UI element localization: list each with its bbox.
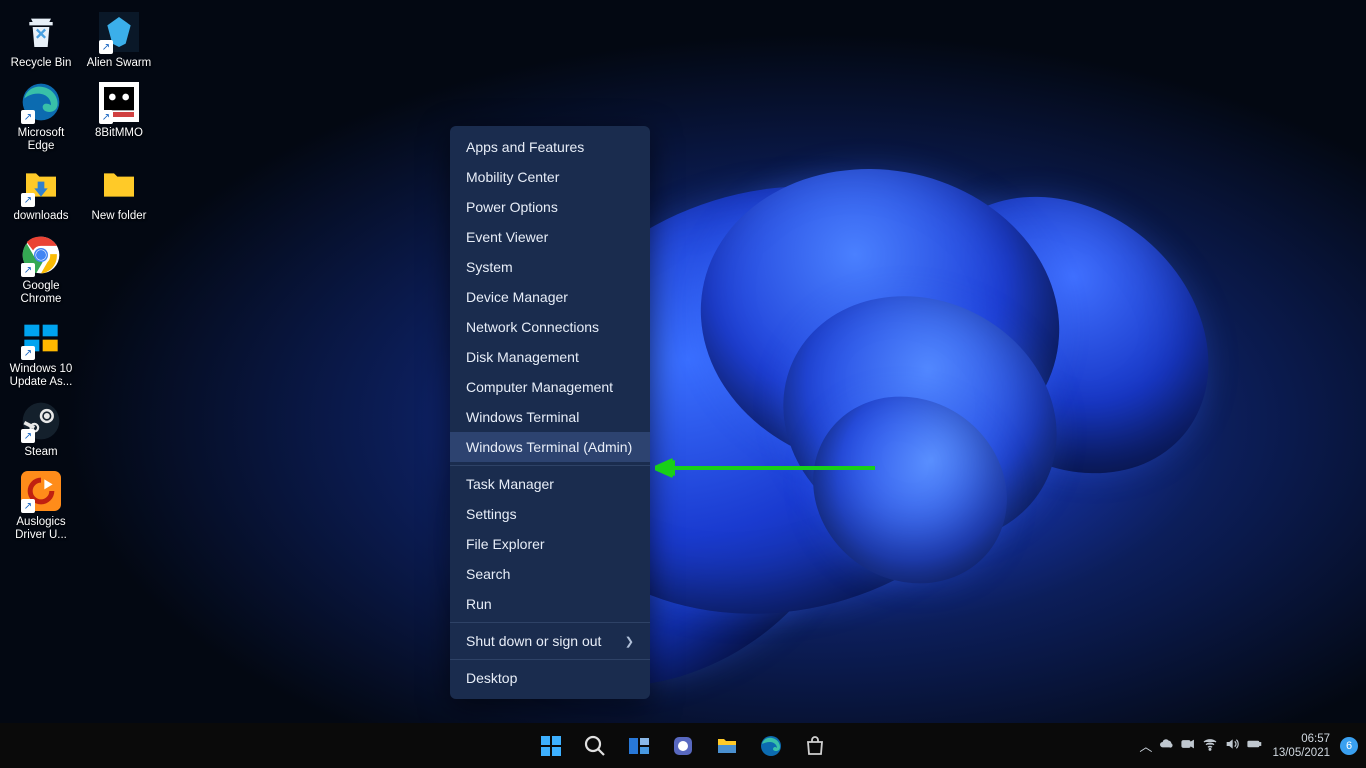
menu-item-desktop[interactable]: Desktop [450,663,650,693]
desktop-icon-8bitmmo[interactable]: ↗ 8BitMMO [83,78,155,155]
menu-separator [450,659,650,660]
icon-label: Microsoft Edge [7,127,75,153]
menu-item-shut-down[interactable]: Shut down or sign out❯ [450,626,650,656]
menu-item-computer-management[interactable]: Computer Management [450,372,650,402]
icon-label: Alien Swarm [87,57,152,70]
chevron-right-icon: ❯ [625,635,634,648]
desktop-icon-steam[interactable]: ↗ Steam [5,397,77,461]
icon-label: Google Chrome [7,280,75,306]
menu-item-network-connections[interactable]: Network Connections [450,312,650,342]
icon-label: Windows 10 Update As... [7,363,75,389]
menu-item-system[interactable]: System [450,252,650,282]
menu-item-event-viewer[interactable]: Event Viewer [450,222,650,252]
menu-item-search[interactable]: Search [450,559,650,589]
icon-label: New folder [92,210,147,223]
taskbar-pinned [531,726,835,766]
icon-label: Auslogics Driver U... [7,516,75,542]
menu-item-file-explorer[interactable]: File Explorer [450,529,650,559]
menu-item-task-manager[interactable]: Task Manager [450,469,650,499]
volume-icon[interactable] [1224,736,1240,755]
recycle-bin-icon [19,10,63,54]
start-button[interactable] [531,726,571,766]
onedrive-icon[interactable] [1158,736,1174,755]
alien-swarm-icon: ↗ [97,10,141,54]
meet-now-icon[interactable] [1180,736,1196,755]
edge-icon: ↗ [19,80,63,124]
menu-item-mobility-center[interactable]: Mobility Center [450,162,650,192]
menu-separator [450,465,650,466]
menu-item-power-options[interactable]: Power Options [450,192,650,222]
taskbar: ︿ 06:57 13/05/2021 6 [0,723,1366,768]
search-button[interactable] [575,726,615,766]
icon-label: Steam [24,446,57,459]
notification-badge[interactable]: 6 [1340,737,1358,755]
menu-separator [450,622,650,623]
icon-label: 8BitMMO [95,127,143,140]
menu-item-windows-terminal[interactable]: Windows Terminal [450,402,650,432]
desktop-icon-win10-update[interactable]: ↗ Windows 10 Update As... [5,314,77,391]
store-button[interactable] [795,726,835,766]
desktop-icons: Recycle Bin ↗ Alien Swarm ↗ Microsoft Ed… [5,8,155,544]
winx-context-menu: Apps and Features Mobility Center Power … [450,126,650,699]
desktop-icon-edge[interactable]: ↗ Microsoft Edge [5,78,77,155]
wifi-icon[interactable] [1202,736,1218,755]
taskbar-clock[interactable]: 06:57 13/05/2021 [1272,732,1330,760]
task-view-button[interactable] [619,726,659,766]
steam-icon: ↗ [19,399,63,443]
menu-item-disk-management[interactable]: Disk Management [450,342,650,372]
desktop-icon-chrome[interactable]: ↗ Google Chrome [5,231,77,308]
auslogics-icon: ↗ [19,469,63,513]
desktop-icon-alien-swarm[interactable]: ↗ Alien Swarm [83,8,155,72]
desktop-icon-new-folder[interactable]: New folder [83,161,155,225]
file-explorer-button[interactable] [707,726,747,766]
battery-icon[interactable] [1246,736,1262,755]
desktop-icon-recycle-bin[interactable]: Recycle Bin [5,8,77,72]
edge-button[interactable] [751,726,791,766]
tray-chevron-icon[interactable]: ︿ [1139,736,1152,755]
menu-item-device-manager[interactable]: Device Manager [450,282,650,312]
menu-item-settings[interactable]: Settings [450,499,650,529]
clock-date: 13/05/2021 [1272,746,1330,760]
icon-label: Recycle Bin [11,57,72,70]
8bitmmo-icon: ↗ [97,80,141,124]
annotation-arrow [655,458,875,478]
folder-downloads-icon: ↗ [19,163,63,207]
desktop-icon-auslogics[interactable]: ↗ Auslogics Driver U... [5,467,77,544]
chrome-icon: ↗ [19,233,63,277]
clock-time: 06:57 [1272,732,1330,746]
icon-label: downloads [14,210,69,223]
widgets-button[interactable] [663,726,703,766]
menu-item-windows-terminal-admin[interactable]: Windows Terminal (Admin) [450,432,650,462]
folder-icon [97,163,141,207]
desktop-icon-downloads[interactable]: ↗ downloads [5,161,77,225]
menu-item-run[interactable]: Run [450,589,650,619]
menu-item-apps-features[interactable]: Apps and Features [450,132,650,162]
windows-update-icon: ↗ [19,316,63,360]
system-tray: ︿ 06:57 13/05/2021 6 [1139,732,1358,760]
